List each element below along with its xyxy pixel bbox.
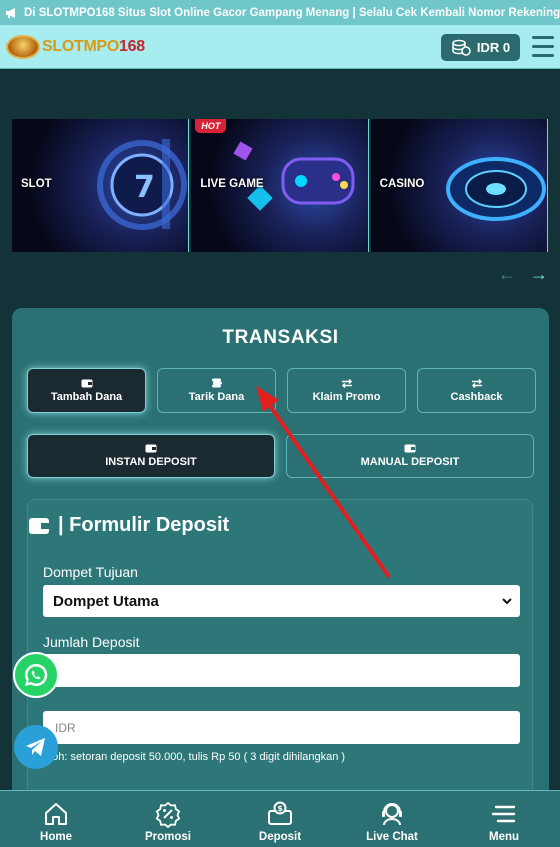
nav-live-chat[interactable]: Live Chat bbox=[336, 791, 448, 847]
menu-icon bbox=[491, 805, 516, 823]
bottom-navigation: Home Promosi $ Deposit Live Chat Menu bbox=[0, 790, 560, 847]
home-icon bbox=[45, 803, 67, 825]
telegram-icon[interactable] bbox=[14, 725, 58, 769]
promo-icon bbox=[155, 801, 181, 828]
nav-promosi[interactable]: Promosi bbox=[112, 791, 224, 847]
whatsapp-icon[interactable] bbox=[13, 652, 59, 698]
deposit-icon: $ bbox=[268, 801, 292, 825]
svg-text:$: $ bbox=[277, 804, 283, 813]
annotation-arrow bbox=[256, 386, 391, 579]
nav-menu[interactable]: Menu bbox=[448, 791, 560, 847]
nav-home[interactable]: Home bbox=[0, 791, 112, 847]
headset-icon bbox=[382, 803, 402, 826]
nav-deposit[interactable]: $ Deposit bbox=[224, 791, 336, 847]
